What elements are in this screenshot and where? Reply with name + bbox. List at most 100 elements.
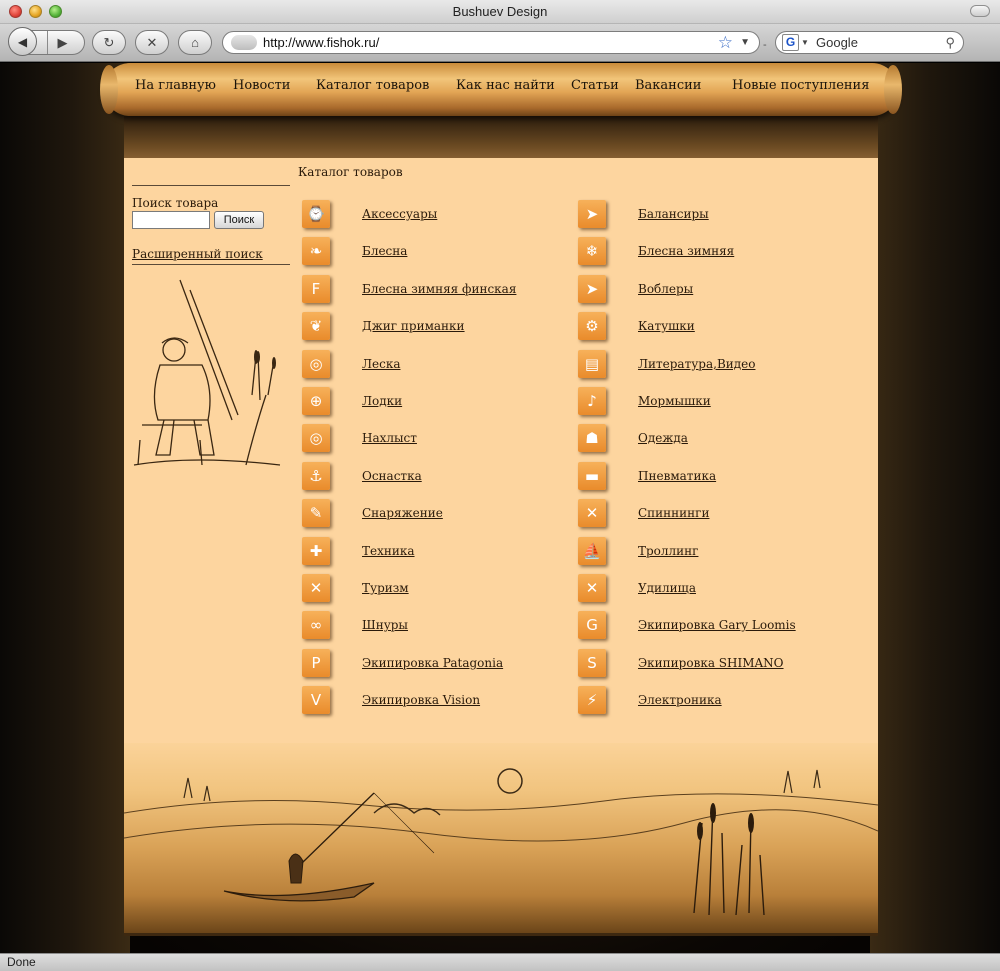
- electronics-icon[interactable]: ⚡: [578, 686, 606, 714]
- air-gun-icon[interactable]: ▬: [578, 462, 606, 490]
- catalog-link[interactable]: Блесна зимняя финская: [362, 282, 516, 296]
- catalog-link[interactable]: Леска: [362, 357, 401, 371]
- window-titlebar: Bushuev Design: [0, 0, 1000, 24]
- search-placeholder: Google: [816, 35, 858, 50]
- landscape-drawing: [123, 768, 879, 916]
- reel-icon[interactable]: ⚙: [578, 312, 606, 340]
- reload-icon: ↻: [103, 34, 115, 50]
- gear-equipment-icon[interactable]: ✎: [302, 499, 330, 527]
- nav-find-us[interactable]: Как нас найти: [456, 78, 555, 93]
- balancer-fish-icon[interactable]: ➤: [578, 200, 606, 228]
- catalog-link[interactable]: Мормышки: [638, 394, 711, 408]
- boat-icon[interactable]: ⊕: [302, 387, 330, 415]
- catalog-link[interactable]: Экипировка Patagonia: [362, 656, 503, 670]
- wood-background-left: [0, 63, 130, 953]
- winter-lure-icon[interactable]: ❄: [578, 237, 606, 265]
- nav-new-arrivals[interactable]: Новые поступления: [732, 78, 869, 93]
- cutlery-icon[interactable]: ✕: [302, 574, 330, 602]
- book-icon[interactable]: ▤: [578, 350, 606, 378]
- browser-toolbar: ▶ ◀ ↻ ✕ ⌂ http://www.fishok.ru/ ☆ ▼ - G …: [0, 24, 1000, 62]
- finnish-lure-icon[interactable]: F: [302, 275, 330, 303]
- history-dropdown-icon[interactable]: ▼: [740, 32, 750, 53]
- vision-icon[interactable]: V: [302, 686, 330, 714]
- page-viewport: На главную Новости Каталог товаров Как н…: [0, 63, 1000, 953]
- fishing-landscape-illustration: [123, 743, 879, 936]
- search-engine-icon[interactable]: G: [782, 34, 799, 51]
- catalog-link[interactable]: Спиннинги: [638, 506, 709, 520]
- nav-articles[interactable]: Статьи: [571, 78, 619, 93]
- spinning-rods-icon[interactable]: ✕: [578, 499, 606, 527]
- catalog-link[interactable]: Удилища: [638, 581, 696, 595]
- catalog-link[interactable]: Лодки: [362, 394, 402, 408]
- catalog-link[interactable]: Литература,Видео: [638, 357, 755, 371]
- rods-icon[interactable]: ✕: [578, 574, 606, 602]
- cord-icon[interactable]: ∞: [302, 611, 330, 639]
- stop-button[interactable]: ✕: [135, 30, 169, 55]
- toolbar-separator: -: [763, 39, 767, 51]
- catalog-link[interactable]: Джиг приманки: [362, 319, 465, 333]
- catalog-link[interactable]: Экипировка Gary Loomis: [638, 618, 796, 632]
- jig-icon[interactable]: ❦: [302, 312, 330, 340]
- toolbar-toggle-button[interactable]: [970, 5, 990, 17]
- trolling-icon[interactable]: ⛵: [578, 537, 606, 565]
- catalog-link[interactable]: Катушки: [638, 319, 695, 333]
- address-text: http://www.fishok.ru/: [263, 35, 380, 50]
- gary-loomis-icon[interactable]: G: [578, 611, 606, 639]
- hook-icon[interactable]: ⚓: [302, 462, 330, 490]
- magnifier-icon[interactable]: ⚲: [945, 32, 955, 53]
- catalog-heading: Каталог товаров: [298, 165, 403, 179]
- back-icon: ◀: [17, 34, 28, 49]
- wobbler-fish-icon[interactable]: ➤: [578, 275, 606, 303]
- catalog-link[interactable]: Экипировка Vision: [362, 693, 480, 707]
- advanced-search-link[interactable]: Расширенный поиск: [132, 247, 290, 261]
- product-search-form: Поиск: [132, 211, 290, 229]
- nav-home[interactable]: На главную: [135, 78, 216, 93]
- catalog-link[interactable]: Оснастка: [362, 469, 422, 483]
- web-search-field[interactable]: G ▼ Google ⚲: [775, 31, 964, 54]
- catalog-link[interactable]: Одежда: [638, 431, 688, 445]
- line-spool-icon[interactable]: ◎: [302, 350, 330, 378]
- catalog-link[interactable]: Туризм: [362, 581, 409, 595]
- product-search-input[interactable]: [132, 211, 210, 229]
- catalog-link[interactable]: Техника: [362, 544, 415, 558]
- address-bar[interactable]: http://www.fishok.ru/ ☆ ▼: [222, 31, 760, 54]
- jig-fly-icon[interactable]: ♪: [578, 387, 606, 415]
- catalog-link[interactable]: Аксессуары: [362, 207, 437, 221]
- catalog-link[interactable]: Электроника: [638, 693, 722, 707]
- sidebar-divider: [132, 185, 290, 186]
- wood-background-right: [870, 63, 1000, 953]
- fly-line-icon[interactable]: ◎: [302, 424, 330, 452]
- stop-icon: ✕: [146, 34, 158, 50]
- clothing-icon[interactable]: ☗: [578, 424, 606, 452]
- catalog-link[interactable]: Шнуры: [362, 618, 408, 632]
- watch-icon[interactable]: ⌚: [302, 200, 330, 228]
- search-button[interactable]: Поиск: [214, 211, 264, 229]
- catalog-link[interactable]: Экипировка SHIMANO: [638, 656, 784, 670]
- fisherman-illustration: [133, 279, 281, 466]
- catalog-link[interactable]: Балансиры: [638, 207, 709, 221]
- home-button[interactable]: ⌂: [178, 30, 212, 55]
- sidebar-divider-bottom: [132, 264, 290, 265]
- catalog-link[interactable]: Троллинг: [638, 544, 698, 558]
- forward-icon[interactable]: ▶: [48, 35, 78, 51]
- wrench-icon[interactable]: ✚: [302, 537, 330, 565]
- sidebar: Поиск товара Поиск Расширенный поиск: [132, 185, 290, 473]
- patagonia-icon[interactable]: P: [302, 649, 330, 677]
- catalog-link[interactable]: Нахлыст: [362, 431, 417, 445]
- back-button[interactable]: ◀: [8, 27, 37, 56]
- catalog-link[interactable]: Снаряжение: [362, 506, 443, 520]
- reload-button[interactable]: ↻: [92, 30, 126, 55]
- window-title: Bushuev Design: [452, 4, 548, 19]
- nav-news[interactable]: Новости: [233, 78, 290, 93]
- bookmark-star-icon[interactable]: ☆: [718, 32, 733, 53]
- nav-catalog[interactable]: Каталог товаров: [316, 78, 429, 93]
- catalog-link[interactable]: Блесна: [362, 244, 407, 258]
- catalog-link[interactable]: Воблеры: [638, 282, 693, 296]
- spoon-lure-icon[interactable]: ❧: [302, 237, 330, 265]
- status-bar: Done: [0, 953, 1000, 971]
- shimano-icon[interactable]: S: [578, 649, 606, 677]
- catalog-link[interactable]: Пневматика: [638, 469, 716, 483]
- nav-vacancies[interactable]: Вакансии: [635, 78, 701, 93]
- search-engine-dropdown-icon[interactable]: ▼: [801, 32, 809, 53]
- catalog-link[interactable]: Блесна зимняя: [638, 244, 734, 258]
